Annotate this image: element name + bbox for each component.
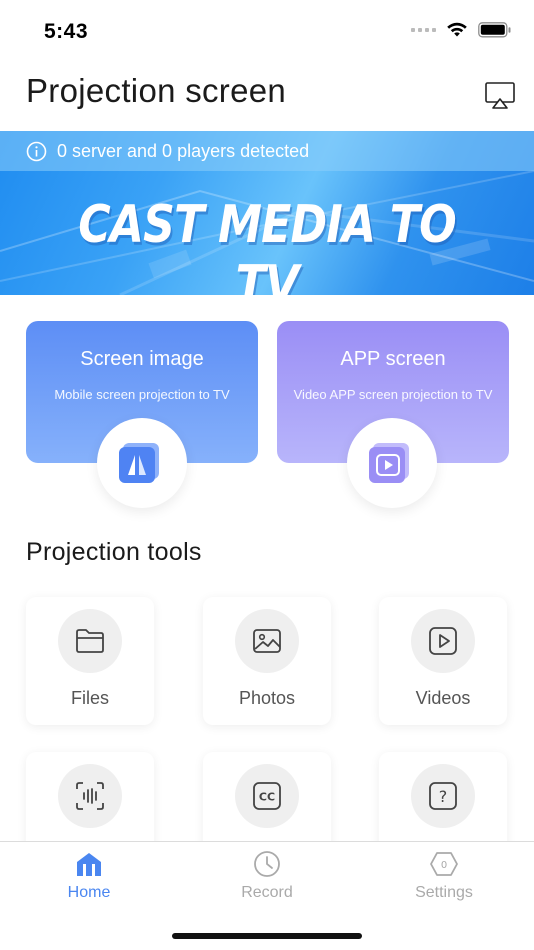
tool-icon-bg: ? — [411, 764, 475, 828]
airplay-icon[interactable] — [484, 80, 516, 110]
detection-status-text: 0 server and 0 players detected — [57, 140, 310, 161]
video-play-icon — [429, 627, 457, 655]
clock-icon — [254, 851, 280, 877]
detection-status-bar: 0 server and 0 players detected — [0, 131, 534, 171]
audio-wave-icon — [76, 782, 104, 810]
card-subtitle: Mobile screen projection to TV — [54, 387, 230, 402]
svg-text:?: ? — [439, 787, 448, 806]
tool-icon-bg: CC — [235, 764, 299, 828]
tool-label: Files — [70, 688, 109, 708]
photo-icon — [253, 629, 281, 653]
home-indicator[interactable] — [172, 933, 362, 939]
tool-videos[interactable]: Videos — [379, 597, 507, 725]
tool-icon-bg — [58, 764, 122, 828]
cast-banner[interactable]: 0 server and 0 players detected CAST MED… — [0, 131, 534, 295]
folder-icon — [76, 629, 104, 653]
status-indicators — [411, 22, 512, 38]
header: Projection screen — [0, 60, 534, 130]
tab-settings[interactable]: 0 Settings — [384, 850, 504, 902]
tab-home[interactable]: Home — [29, 850, 149, 902]
tool-label: Photos — [238, 688, 296, 708]
tool-label: Videos — [415, 688, 471, 708]
svg-text:CC: CC — [259, 791, 275, 804]
tool-photos[interactable]: Photos — [203, 597, 331, 725]
mirror-icon — [119, 443, 159, 483]
banner-headline: CAST MEDIA TO TV — [78, 195, 456, 295]
tool-files[interactable]: Files — [26, 597, 154, 725]
status-time: 5:43 — [44, 20, 89, 43]
cellular-signal-icon — [411, 28, 436, 32]
tool-icon-bg — [58, 609, 122, 673]
captions-icon: CC — [253, 782, 281, 810]
tab-label: Home — [67, 884, 111, 901]
app-video-icon — [369, 443, 409, 483]
help-icon: ? — [429, 782, 457, 810]
battery-icon — [478, 22, 511, 38]
page-title: Projection screen — [26, 72, 287, 109]
tab-record[interactable]: Record — [207, 850, 327, 902]
status-bar: 5:43 — [0, 0, 534, 60]
wifi-icon — [447, 22, 467, 37]
card-title: Screen image — [80, 348, 204, 370]
home-icon — [77, 853, 101, 876]
screen-image-button[interactable] — [97, 418, 187, 508]
hexagon-icon: 0 — [430, 852, 458, 876]
tab-label: Settings — [415, 884, 473, 901]
tool-icon-bg — [235, 609, 299, 673]
tab-label: Record — [241, 884, 293, 901]
card-title: APP screen — [340, 348, 446, 370]
tool-icon-bg — [411, 609, 475, 673]
info-icon — [26, 141, 47, 161]
app-screen-button[interactable] — [347, 418, 437, 508]
section-title: Projection tools — [26, 538, 202, 566]
svg-text:0: 0 — [441, 860, 447, 871]
card-subtitle: Video APP screen projection to TV — [293, 387, 493, 402]
app-screen: 5:43 Projection screen 0 server and 0 pl… — [0, 0, 534, 950]
